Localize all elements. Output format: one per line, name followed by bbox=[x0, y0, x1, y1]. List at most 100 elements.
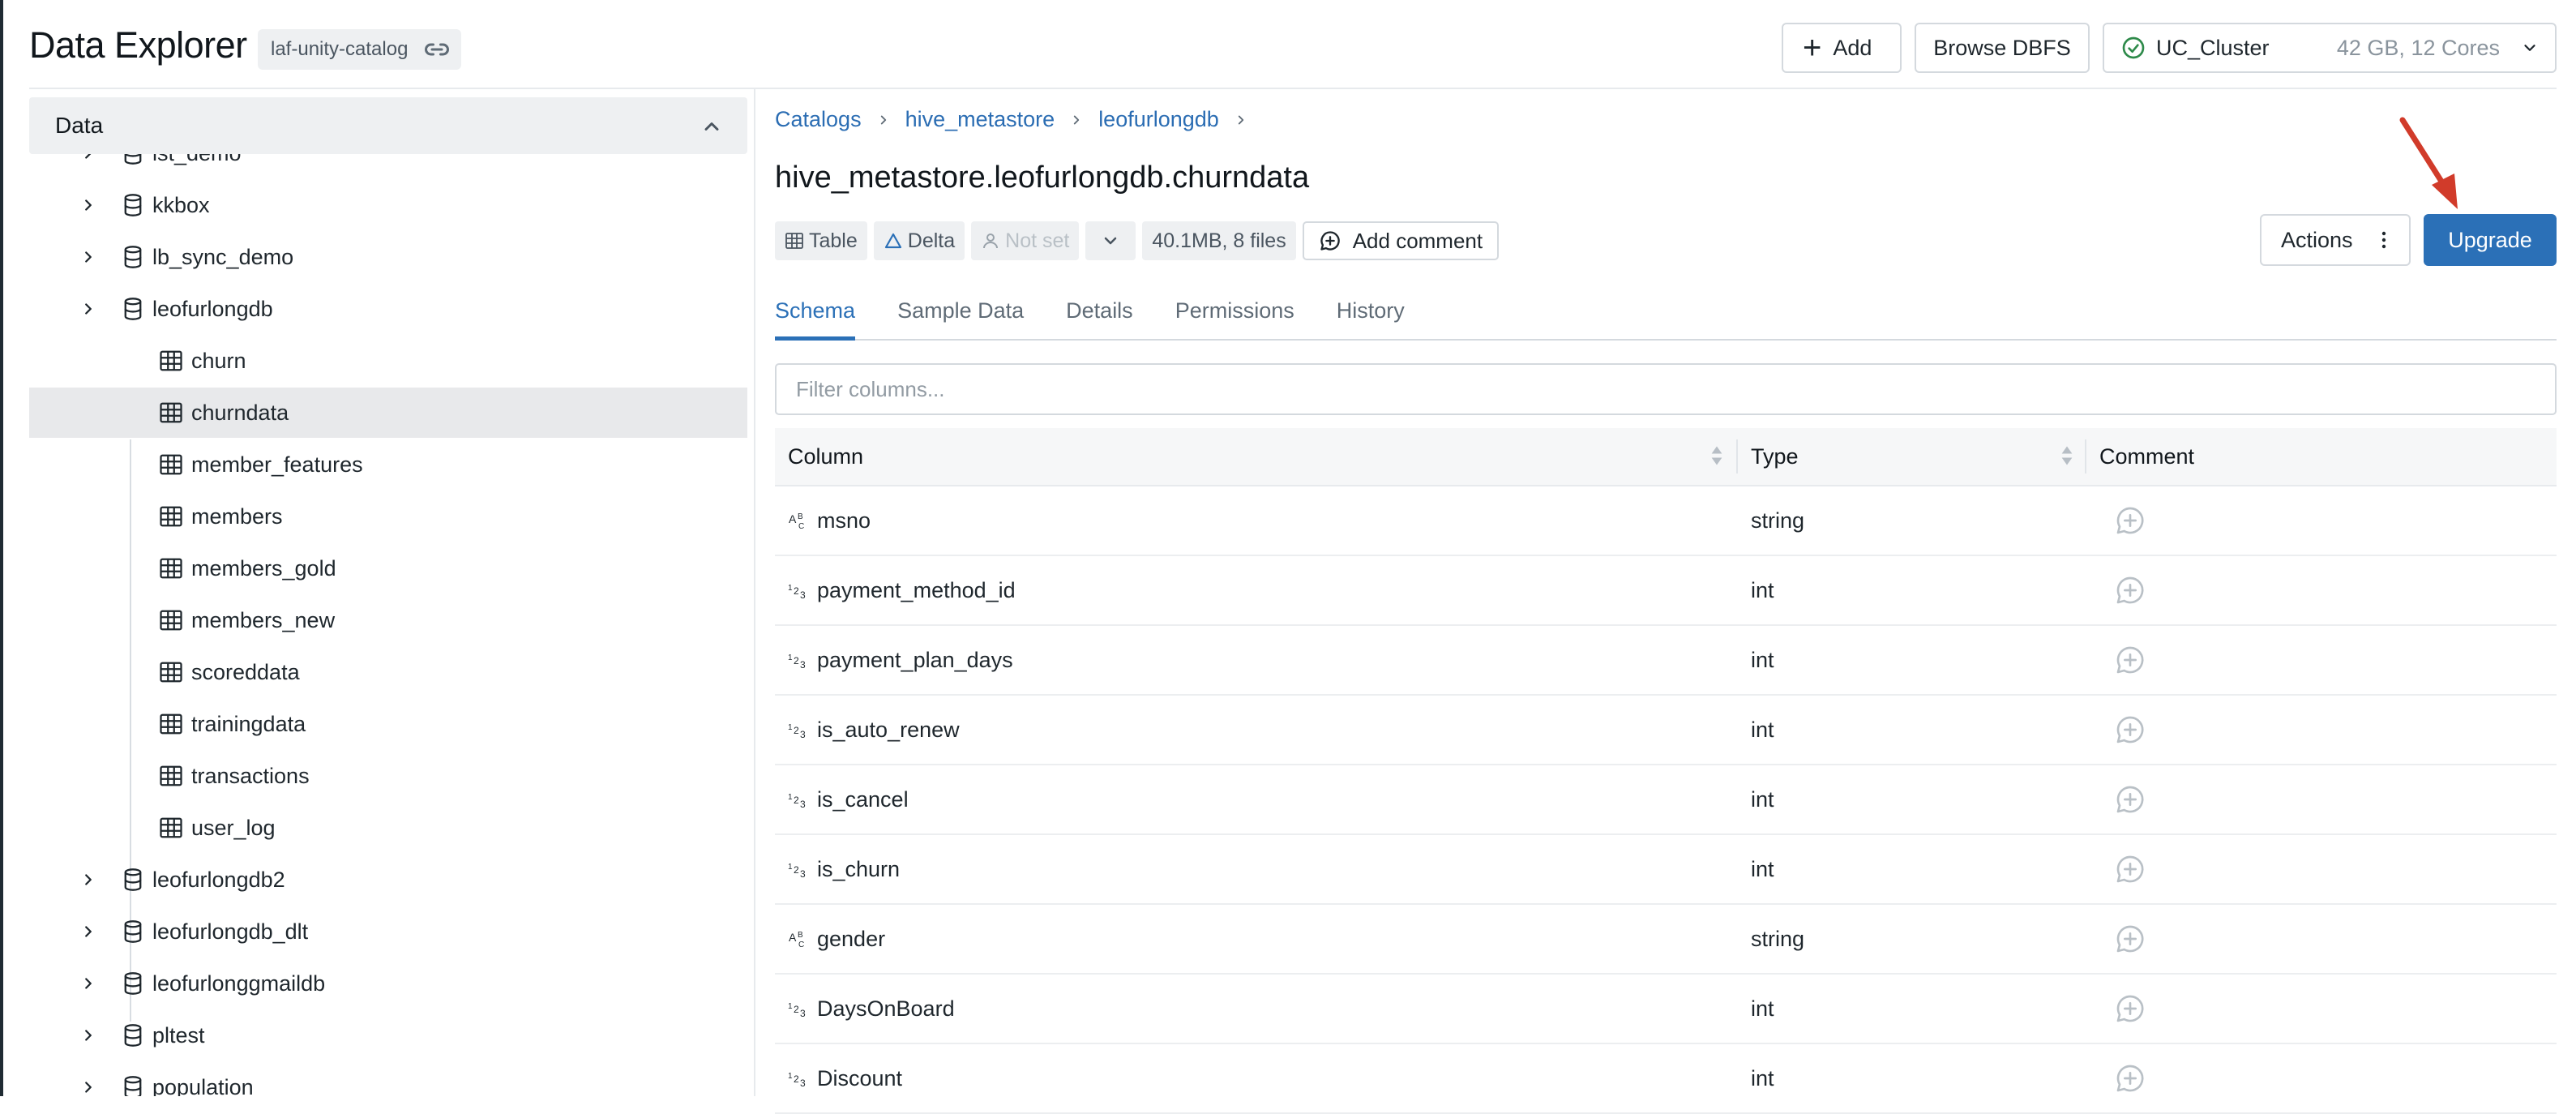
table-meta-row: Table Delta Not set 40.1MB, 8 files Add … bbox=[775, 221, 1500, 261]
sort-icon[interactable] bbox=[2060, 444, 2073, 467]
sidebar-header[interactable]: Data bbox=[29, 97, 747, 154]
chevron-right-icon[interactable] bbox=[79, 196, 97, 214]
upgrade-label: Upgrade bbox=[2448, 227, 2532, 252]
tree-db-row[interactable]: population bbox=[29, 1062, 747, 1096]
add-comment-icon[interactable] bbox=[2114, 992, 2146, 1025]
breadcrumb-hive-metastore[interactable]: hive_metastore bbox=[905, 107, 1055, 132]
tree-db-row[interactable]: leofurlonggmaildb bbox=[29, 958, 747, 1009]
sidebar-divider bbox=[754, 89, 755, 1096]
link-icon[interactable] bbox=[422, 35, 451, 64]
tree-table-row[interactable]: members_new bbox=[29, 595, 747, 645]
size-chip: 40.1MB, 8 files bbox=[1142, 221, 1296, 260]
column-divider[interactable] bbox=[2085, 439, 2086, 473]
chevron-right-icon[interactable] bbox=[79, 1078, 97, 1096]
svg-text:2: 2 bbox=[794, 1073, 799, 1085]
tree-table-row[interactable]: members_gold bbox=[29, 543, 747, 593]
int-type-icon: 123 bbox=[788, 793, 806, 809]
chevron-right-icon[interactable] bbox=[79, 975, 97, 992]
tree-db-row-expanded[interactable]: leofurlongdb bbox=[29, 284, 747, 334]
tree-db-label: lb_sync_demo bbox=[152, 244, 294, 269]
comment-add-icon bbox=[1320, 231, 1340, 251]
table-icon bbox=[160, 350, 182, 371]
add-button[interactable]: + Add bbox=[1782, 23, 1902, 73]
sort-icon[interactable] bbox=[1710, 444, 1723, 467]
chevron-right-icon[interactable] bbox=[79, 248, 97, 266]
column-name: payment_plan_days bbox=[817, 648, 1013, 672]
column-divider[interactable] bbox=[1736, 439, 1738, 473]
breadcrumb: Catalogs hive_metastore leofurlongdb bbox=[775, 107, 1263, 132]
tree-db-label: population bbox=[152, 1074, 254, 1097]
tree-db-row[interactable]: lst_demo bbox=[29, 154, 747, 178]
chevron-right-icon[interactable] bbox=[79, 1026, 97, 1044]
type-chip: Table bbox=[775, 221, 867, 260]
add-comment-icon[interactable] bbox=[2114, 574, 2146, 606]
tab-sample-data[interactable]: Sample Data bbox=[897, 297, 1024, 339]
chevron-right-icon[interactable] bbox=[79, 154, 97, 162]
add-comment-icon[interactable] bbox=[2114, 504, 2146, 537]
table-icon bbox=[160, 558, 182, 579]
tree-db-row[interactable]: kkbox bbox=[29, 180, 747, 230]
column-header[interactable]: Column bbox=[788, 444, 863, 469]
column-type: int bbox=[1751, 648, 1774, 672]
chevron-right-icon[interactable] bbox=[79, 300, 97, 318]
tab-permissions[interactable]: Permissions bbox=[1175, 297, 1294, 339]
filter-columns-input[interactable] bbox=[775, 363, 2557, 415]
svg-text:2: 2 bbox=[794, 725, 799, 736]
chevron-right-icon[interactable] bbox=[79, 923, 97, 940]
tree-table-row[interactable]: transactions bbox=[29, 751, 747, 801]
tree-table-row[interactable]: scoreddata bbox=[29, 647, 747, 697]
column-name: is_auto_renew bbox=[817, 718, 960, 742]
tab-details[interactable]: Details bbox=[1066, 297, 1133, 339]
tree-table-label: scoreddata bbox=[191, 659, 300, 684]
tree-db-row[interactable]: lb_sync_demo bbox=[29, 232, 747, 282]
upgrade-button[interactable]: Upgrade bbox=[2424, 214, 2557, 266]
table-icon bbox=[160, 817, 182, 838]
tree-table-row[interactable]: trainingdata bbox=[29, 699, 747, 749]
comment-header: Comment bbox=[2099, 444, 2195, 469]
add-comment-icon[interactable] bbox=[2114, 713, 2146, 746]
type-header[interactable]: Type bbox=[1751, 444, 1799, 469]
actions-button[interactable]: Actions bbox=[2260, 214, 2411, 266]
tree-table-row-selected[interactable]: churndata bbox=[29, 388, 747, 438]
tree-table-row[interactable]: churn bbox=[29, 336, 747, 386]
browse-dbfs-button[interactable]: Browse DBFS bbox=[1915, 23, 2090, 73]
database-tree: lst_demo kkbox lb_sync_demo leofurlongdb bbox=[29, 154, 747, 1096]
add-comment-icon[interactable] bbox=[2114, 783, 2146, 816]
tree-table-row[interactable]: member_features bbox=[29, 439, 747, 490]
owner-chip-label: Not set bbox=[1005, 229, 1070, 252]
svg-text:3: 3 bbox=[800, 1008, 806, 1018]
table-row: 123 is_auto_renew int bbox=[775, 696, 2557, 765]
svg-text:3: 3 bbox=[800, 1078, 806, 1088]
add-comment-icon[interactable] bbox=[2114, 644, 2146, 676]
add-comment-icon[interactable] bbox=[2114, 923, 2146, 955]
svg-text:3: 3 bbox=[800, 868, 806, 879]
column-type: int bbox=[1751, 718, 1774, 742]
tab-history[interactable]: History bbox=[1337, 297, 1405, 339]
owner-dropdown[interactable] bbox=[1085, 221, 1136, 260]
data-sidebar: Data lst_demo kkbox lb_sync_demo bbox=[29, 97, 747, 1096]
tree-db-row[interactable]: leofurlongdb_dlt bbox=[29, 906, 747, 957]
schema-table-header: Column Type Comment bbox=[775, 428, 2557, 486]
add-comment-icon[interactable] bbox=[2114, 853, 2146, 885]
column-name: is_cancel bbox=[817, 787, 909, 812]
tree-db-row[interactable]: leofurlongdb2 bbox=[29, 855, 747, 905]
cluster-selector[interactable]: UC_Cluster 42 GB, 12 Cores bbox=[2103, 23, 2557, 73]
add-comment-icon[interactable] bbox=[2114, 1062, 2146, 1095]
add-comment-button[interactable]: Add comment bbox=[1302, 221, 1500, 260]
breadcrumb-leofurlongdb[interactable]: leofurlongdb bbox=[1098, 107, 1219, 132]
breadcrumb-catalogs[interactable]: Catalogs bbox=[775, 107, 862, 132]
tree-db-row[interactable]: pltest bbox=[29, 1010, 747, 1060]
add-button-label: Add bbox=[1833, 35, 1872, 60]
tree-table-label: members bbox=[191, 503, 283, 529]
string-type-icon: A BC bbox=[789, 512, 804, 530]
schema-table: Column Type Comment ABC msno string 123 … bbox=[775, 428, 2557, 1114]
column-type: int bbox=[1751, 578, 1774, 602]
chevron-right-icon bbox=[880, 115, 886, 124]
chevron-right-icon[interactable] bbox=[79, 871, 97, 889]
tree-table-row[interactable]: members bbox=[29, 491, 747, 542]
tree-table-label: transactions bbox=[191, 763, 310, 788]
tree-table-row[interactable]: user_log bbox=[29, 803, 747, 853]
chevron-up-icon[interactable] bbox=[700, 115, 723, 138]
tab-schema[interactable]: Schema bbox=[775, 297, 856, 341]
owner-chip[interactable]: Not set bbox=[971, 221, 1080, 260]
